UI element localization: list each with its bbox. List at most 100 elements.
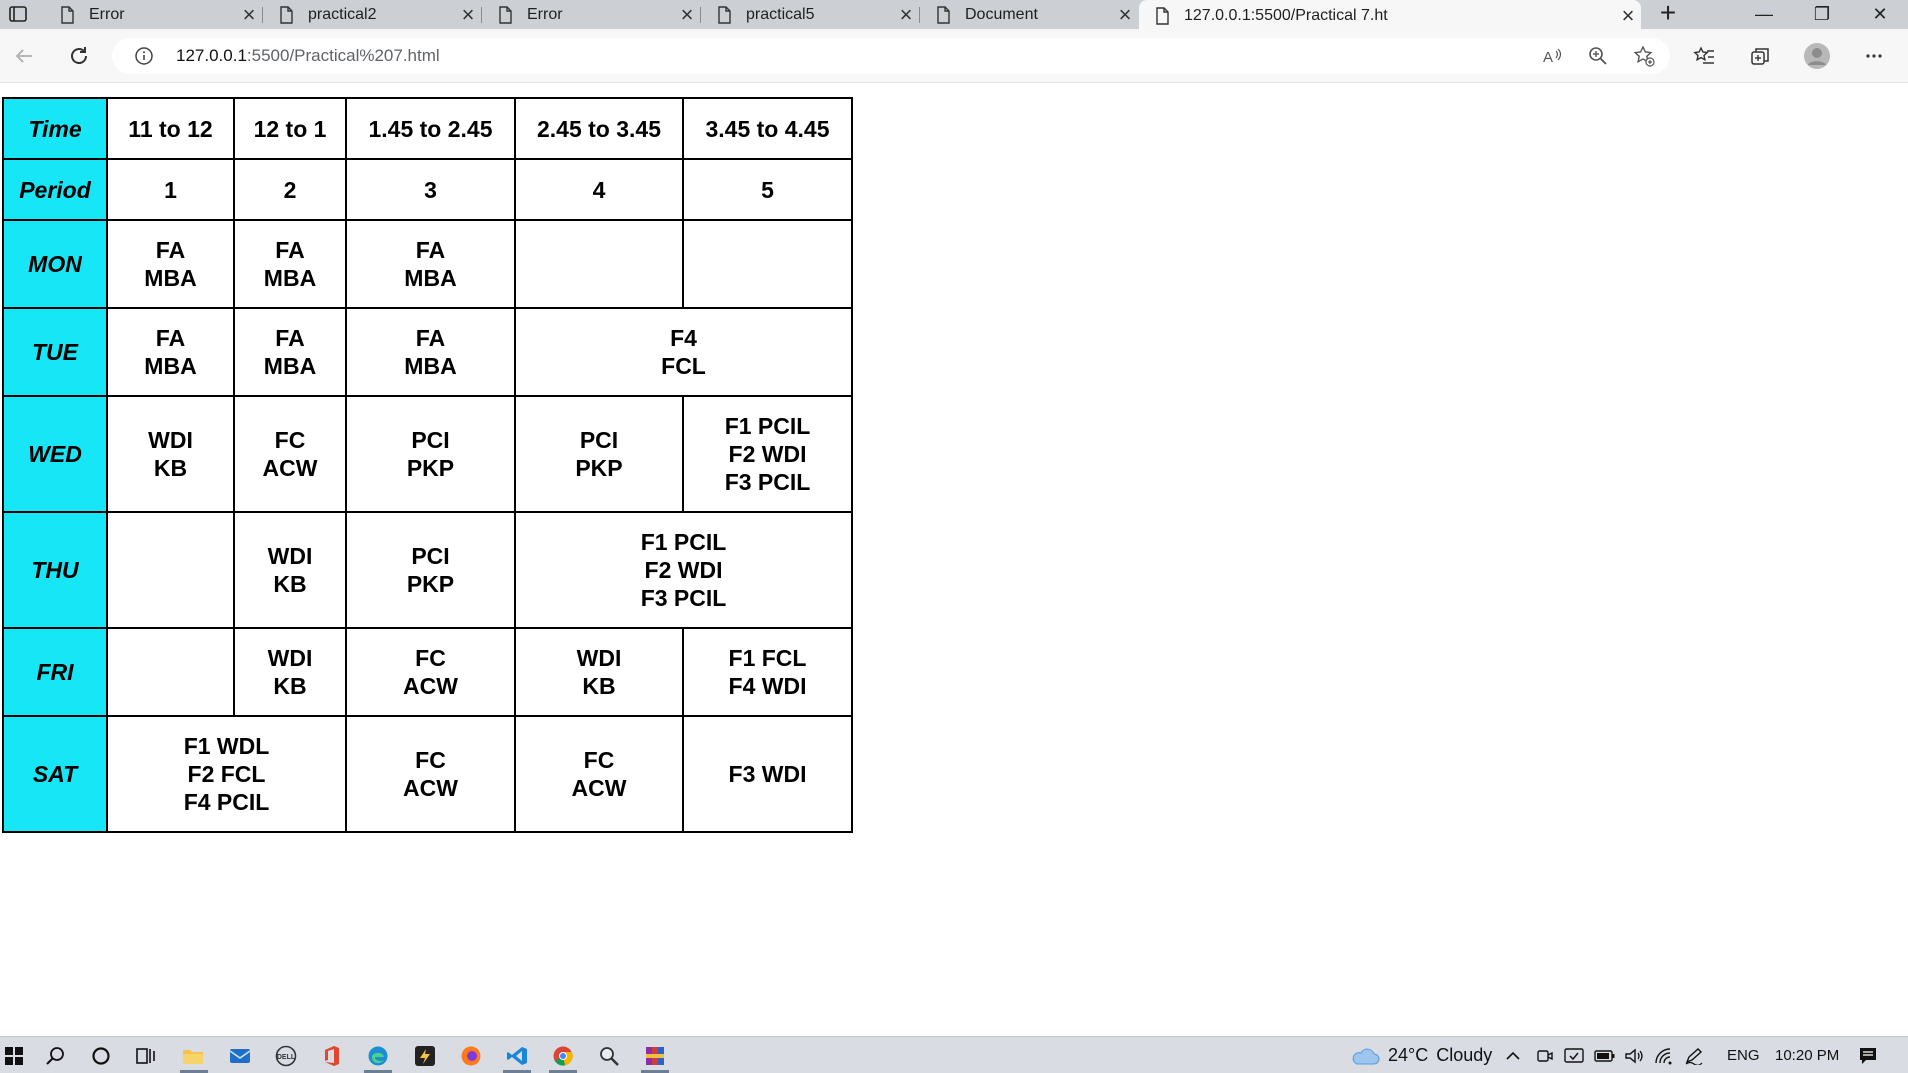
- language-indicator[interactable]: ENG: [1727, 1037, 1760, 1073]
- start-button[interactable]: [0, 1042, 28, 1070]
- settings-more-button[interactable]: [1858, 40, 1890, 72]
- app-button[interactable]: [411, 1042, 439, 1070]
- pen-icon[interactable]: [1684, 1037, 1704, 1073]
- class-cell: PCI PKP: [345, 511, 516, 629]
- vscode-button[interactable]: [503, 1042, 531, 1070]
- empty-cell: [682, 219, 853, 309]
- time-slot: 2.45 to 3.45: [514, 97, 684, 160]
- day-label: THU: [2, 511, 108, 629]
- minimize-button[interactable]: —: [1736, 0, 1792, 29]
- tab-close-icon[interactable]: ×: [455, 2, 481, 28]
- class-cell-line: MBA: [404, 353, 457, 379]
- class-cell-line: FA: [275, 237, 305, 263]
- minimize-icon: —: [1755, 4, 1773, 24]
- mail-button[interactable]: [226, 1042, 254, 1070]
- class-cell: FA MBA: [233, 219, 347, 309]
- class-cell-line: PCI: [579, 427, 619, 453]
- winrar-button[interactable]: [641, 1042, 669, 1070]
- zoom-icon[interactable]: [1586, 44, 1610, 68]
- tab-close-icon[interactable]: ×: [893, 2, 919, 28]
- time-slot: 12 to 1: [233, 97, 347, 160]
- office-button[interactable]: [318, 1042, 346, 1070]
- address-bar[interactable]: 127.0.0.1:5500/Practical%207.html A: [112, 38, 1670, 74]
- browser-tab-5[interactable]: Document ×: [920, 0, 1138, 29]
- close-icon: ✕: [1872, 4, 1888, 24]
- collections-button[interactable]: [1744, 40, 1776, 72]
- back-button[interactable]: [8, 40, 40, 72]
- firefox-button[interactable]: [457, 1042, 485, 1070]
- class-cell: PCI PKP: [514, 395, 684, 513]
- browser-tab-4[interactable]: practical5 ×: [701, 0, 919, 29]
- magnifier-icon: [600, 1047, 619, 1066]
- refresh-button[interactable]: [63, 40, 95, 72]
- volume-icon[interactable]: [1624, 1037, 1644, 1073]
- browser-tab-2[interactable]: practical2 ×: [263, 0, 481, 29]
- class-cell-line: F3 WDI: [728, 761, 807, 787]
- add-favorite-icon[interactable]: [1632, 44, 1656, 68]
- period-number: 5: [682, 158, 853, 221]
- class-cell-line: ACW: [403, 673, 458, 699]
- class-cell-line: F2 FCL: [187, 761, 266, 787]
- browser-tab-3[interactable]: Error ×: [482, 0, 700, 29]
- magnifier-app-button[interactable]: [595, 1042, 623, 1070]
- tab-close-icon[interactable]: ×: [1615, 3, 1641, 29]
- class-cell-line: F1 WDL: [183, 733, 270, 759]
- wifi-icon[interactable]: [1654, 1037, 1674, 1073]
- clock[interactable]: 10:20 PM: [1775, 1037, 1839, 1073]
- task-view-button[interactable]: [132, 1042, 160, 1070]
- class-cell-line: MBA: [263, 353, 317, 379]
- class-cell: F1 PCIL F2 WDI F3 PCIL: [514, 511, 853, 629]
- favorites-button[interactable]: [1688, 40, 1720, 72]
- notifications-button[interactable]: [1858, 1037, 1878, 1073]
- svg-text:DELL: DELL: [277, 1054, 296, 1061]
- tab-actions-icon[interactable]: [8, 5, 28, 23]
- read-aloud-icon[interactable]: A: [1540, 44, 1564, 68]
- period-number: 1: [106, 158, 235, 221]
- cortana-button[interactable]: [87, 1042, 115, 1070]
- security-icon[interactable]: [1564, 1037, 1584, 1073]
- time-header-label: Time: [2, 97, 108, 160]
- class-cell-line: F4 PCIL: [183, 789, 270, 815]
- time-slot: 1.45 to 2.45: [345, 97, 516, 160]
- url-text[interactable]: 127.0.0.1:5500/Practical%207.html: [176, 46, 440, 66]
- vscode-icon: [507, 1047, 527, 1065]
- meet-now-icon[interactable]: [1536, 1037, 1554, 1073]
- search-button[interactable]: [42, 1042, 70, 1070]
- browser-toolbar: 127.0.0.1:5500/Practical%207.html A: [0, 29, 1908, 83]
- close-window-button[interactable]: ✕: [1852, 0, 1908, 29]
- tab-close-icon[interactable]: ×: [236, 2, 262, 28]
- browser-tab-active[interactable]: 127.0.0.1:5500/Practical 7.ht ×: [1139, 0, 1641, 31]
- day-row-wed: WED WDI KB FC ACW PCI PKP PCI PKP F1 PCIL F2 WDI F3…: [2, 395, 853, 513]
- chrome-icon: [553, 1046, 573, 1066]
- file-explorer-button[interactable]: [179, 1042, 207, 1070]
- class-cell-line: FA: [275, 325, 305, 351]
- class-cell-line: F2 WDI: [644, 557, 723, 583]
- empty-cell: [106, 511, 235, 629]
- site-info-icon[interactable]: [134, 46, 154, 66]
- day-row-tue: TUE FA MBA FA MBA FA MBA F4 FCL: [2, 307, 853, 397]
- class-cell: FC ACW: [345, 627, 516, 717]
- dell-app-button[interactable]: DELL: [272, 1042, 300, 1070]
- cloud-icon: [1352, 1048, 1380, 1064]
- new-tab-button[interactable]: +: [1655, 0, 1681, 29]
- class-cell-line: FCL: [661, 353, 706, 379]
- browser-tab-1[interactable]: Error ×: [44, 0, 262, 29]
- battery-icon[interactable]: [1594, 1037, 1616, 1073]
- class-cell-line: WDI: [267, 645, 313, 671]
- class-cell: F3 WDI: [682, 715, 853, 833]
- edge-button[interactable]: [364, 1042, 392, 1070]
- class-cell: FA MBA: [345, 307, 516, 397]
- tab-close-icon[interactable]: ×: [674, 2, 700, 28]
- tab-close-icon[interactable]: ×: [1112, 2, 1138, 28]
- profile-button[interactable]: [1801, 40, 1833, 72]
- tab-title: practical5: [746, 5, 815, 23]
- restore-button[interactable]: ❐: [1794, 0, 1850, 29]
- tab-title: Document: [965, 5, 1038, 23]
- show-hidden-icons-button[interactable]: [1504, 1037, 1522, 1073]
- chrome-button[interactable]: [549, 1042, 577, 1070]
- day-row-sat: SAT F1 WDL F2 FCL F4 PCIL FC ACW FC ACW F3 WDI: [2, 715, 853, 833]
- period-header-label: Period: [2, 158, 108, 221]
- day-label: TUE: [2, 307, 108, 397]
- weather-widget[interactable]: 24°C Cloudy: [1350, 1037, 1492, 1073]
- cortana-icon: [92, 1047, 110, 1065]
